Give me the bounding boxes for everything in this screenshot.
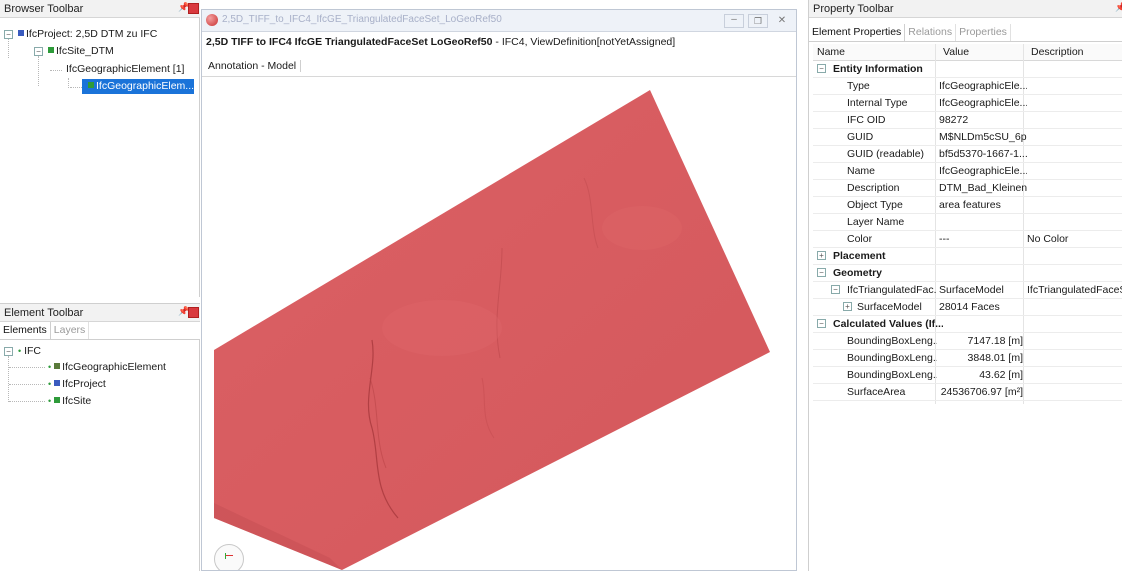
property-row[interactable]: Color --- No Color (813, 231, 1122, 248)
tree-item-geographic-element[interactable]: IfcGeographicElem... (82, 79, 194, 94)
tree-item-label: IfcProject (62, 378, 106, 390)
model-viewport[interactable] (202, 78, 796, 570)
group-placement[interactable]: + Placement (813, 248, 1122, 265)
app-logo-icon (206, 14, 218, 26)
property-row[interactable]: SurfaceArea 24536706.97 [m²] (813, 384, 1122, 401)
group-calculated-values[interactable]: − Calculated Values (If... (813, 316, 1122, 333)
project-icon (18, 30, 24, 36)
property-row[interactable]: BoundingBoxLeng... 3848.01 [m] (813, 350, 1122, 367)
tree-item-label: IfcGeographicElement [1] (66, 63, 185, 75)
property-panel-title: Property Toolbar (809, 0, 1122, 18)
property-grid-header: Name Value Description (813, 44, 1122, 61)
tree-item-label: IfcSite (62, 395, 92, 407)
file-schema: - IFC4, ViewDefinition[notYetAssigned] (492, 36, 676, 48)
tree-item-site[interactable]: IfcSite_DTM (48, 44, 114, 58)
tab-elements[interactable]: Elements (0, 322, 51, 339)
property-row[interactable]: GUID (readable) bf5d5370-1667-1... (813, 146, 1122, 163)
collapse-icon[interactable]: − (4, 30, 13, 39)
collapse-icon[interactable]: − (817, 319, 826, 328)
geographic-element-icon (54, 363, 61, 369)
property-row[interactable]: Type IfcGeographicEle... (813, 78, 1122, 95)
collapse-icon[interactable]: − (34, 47, 43, 56)
close-icon[interactable] (188, 307, 199, 318)
expand-icon[interactable]: + (817, 251, 826, 260)
element-panel-title: Element Toolbar (0, 304, 200, 322)
column-value[interactable]: Value (943, 44, 969, 61)
browser-panel: Browser Toolbar 📌 − IfcProject: 2,5D DTM… (0, 0, 200, 297)
column-description[interactable]: Description (1031, 44, 1084, 61)
property-row[interactable]: Description DTM_Bad_Kleinen (813, 180, 1122, 197)
tree-item-label: IFC (24, 345, 41, 357)
tree-item-label: IfcGeographicElement (62, 361, 166, 373)
collapse-icon[interactable]: − (4, 347, 13, 356)
site-icon (48, 47, 54, 53)
property-row[interactable]: Internal Type IfcGeographicEle... (813, 95, 1122, 112)
pin-icon[interactable]: 📌 (1115, 2, 1122, 13)
tab-element-properties[interactable]: Element Properties (809, 24, 906, 41)
collapse-icon[interactable]: − (831, 285, 840, 294)
viewer-tabs: Annotation - Model (202, 55, 796, 77)
expand-icon[interactable]: + (843, 302, 852, 311)
tab-properties[interactable]: Properties (956, 24, 1011, 41)
viewer-titlebar: 2,5D_TIFF_to_IFC4_IfcGE_TriangulatedFace… (202, 10, 796, 32)
terrain-surface[interactable] (202, 78, 796, 570)
property-row[interactable]: + SurfaceModel 28014 Faces (813, 299, 1122, 316)
property-tabs: Element Properties Relations Properties (809, 24, 1122, 42)
dot-icon: • (18, 346, 22, 356)
dot-icon: • (48, 396, 52, 406)
project-icon (54, 380, 61, 386)
close-button[interactable]: ✕ (772, 14, 792, 28)
tab-layers[interactable]: Layers (51, 322, 90, 339)
property-row[interactable]: Name IfcGeographicEle... (813, 163, 1122, 180)
viewer-window-title: 2,5D_TIFF_to_IFC4_IfcGE_TriangulatedFace… (222, 14, 502, 25)
column-name[interactable]: Name (817, 44, 845, 61)
tree-item-project[interactable]: IfcProject: 2,5D DTM zu IFC (18, 27, 157, 41)
tree-item-ifc-root[interactable]: • IFC (18, 344, 41, 358)
restore-button[interactable]: ❐ (748, 14, 768, 28)
collapse-icon[interactable]: − (817, 64, 826, 73)
tab-annotation-model[interactable]: Annotation - Model (208, 60, 302, 72)
tree-item-label: IfcGeographicElem... (96, 80, 195, 92)
element-panel: Element Toolbar 📌 Elements Layers − • IFC… (0, 303, 200, 571)
property-row[interactable]: GUID M$NLDm5cSU_6p... (813, 129, 1122, 146)
property-row[interactable]: Layer Name (813, 214, 1122, 231)
group-entity-information[interactable]: − Entity Information (813, 61, 1122, 78)
property-rows: − Entity Information Type IfcGeographicEle… (813, 61, 1122, 411)
group-geometry[interactable]: − Geometry (813, 265, 1122, 282)
property-row[interactable]: BoundingBoxLeng... 7147.18 [m] (813, 333, 1122, 350)
dot-icon: • (48, 362, 52, 372)
tree-item-geographic-group[interactable]: IfcGeographicElement [1] (66, 62, 184, 76)
property-row[interactable]: − IfcTriangulatedFac... SurfaceModel IfcTri… (813, 282, 1122, 299)
geographic-element-icon (88, 82, 94, 88)
collapse-icon[interactable]: − (817, 268, 826, 277)
property-row[interactable]: BoundingBoxLeng... 43.62 [m] (813, 367, 1122, 384)
tree-item-site[interactable]: • IfcSite (48, 394, 91, 408)
viewer-heading: 2,5D TIFF to IFC4 IfcGE TriangulatedFace… (206, 36, 675, 48)
dot-icon: • (48, 379, 52, 389)
site-icon (54, 397, 61, 403)
view-cube-icon[interactable] (214, 544, 244, 570)
tree-item-geographic-element[interactable]: • IfcGeographicElement (48, 360, 166, 374)
file-title: 2,5D TIFF to IFC4 IfcGE TriangulatedFace… (206, 36, 493, 48)
tab-relations[interactable]: Relations (905, 24, 957, 41)
minimize-button[interactable]: – (724, 14, 744, 28)
close-icon[interactable] (188, 3, 199, 14)
property-row[interactable]: IFC OID 98272 (813, 112, 1122, 129)
tree-item-label: IfcProject: 2,5D DTM zu IFC (26, 28, 158, 40)
property-panel: Property Toolbar 📌 Element Properties Rel… (808, 0, 1122, 571)
element-tabs: Elements Layers (0, 322, 200, 340)
tree-item-project[interactable]: • IfcProject (48, 377, 106, 391)
browser-panel-title: Browser Toolbar (0, 0, 200, 18)
property-row[interactable]: Object Type area features (813, 197, 1122, 214)
viewer-window: 2,5D_TIFF_to_IFC4_IfcGE_TriangulatedFace… (201, 9, 797, 571)
tree-item-label: IfcSite_DTM (56, 45, 114, 57)
